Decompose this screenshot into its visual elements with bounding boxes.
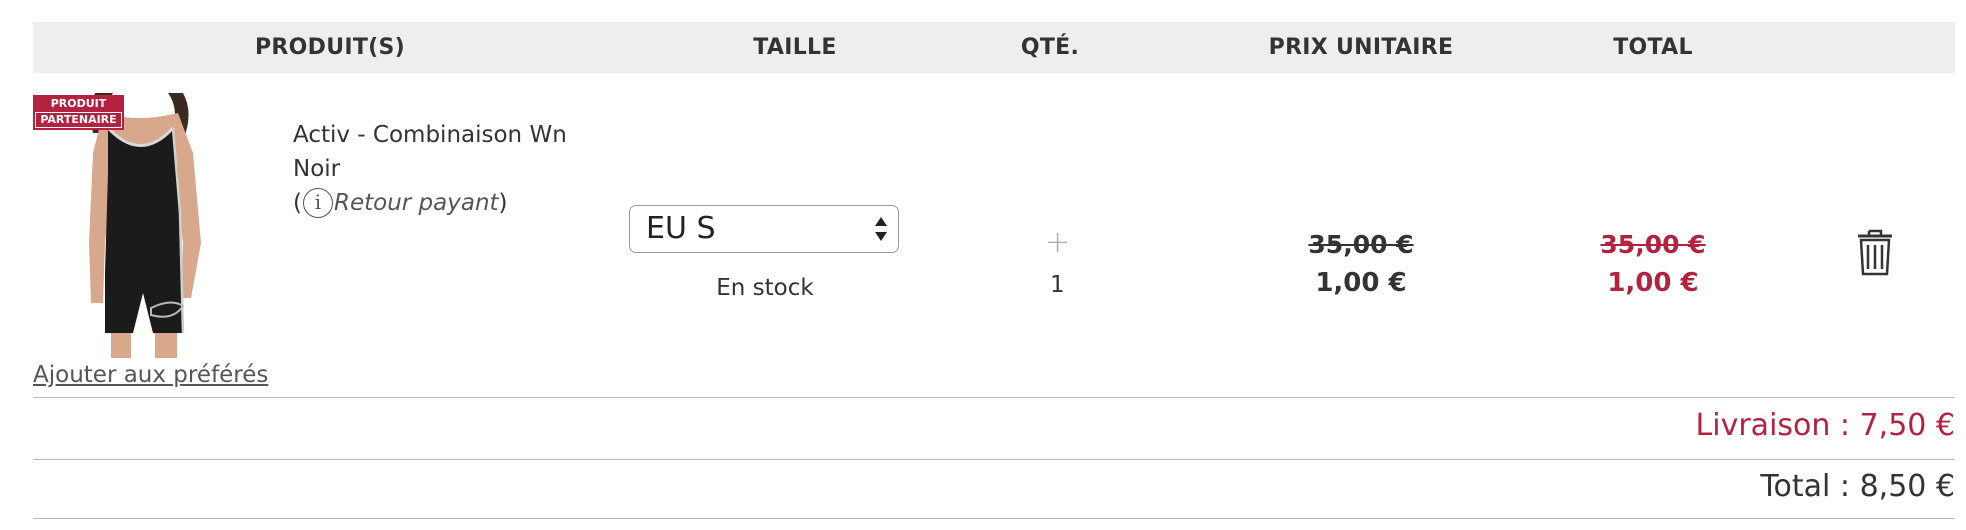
size-select[interactable]: EU S: [629, 205, 899, 253]
divider: [33, 397, 1955, 398]
table-header: PRODUIT(S) TAILLE QTÉ. PRIX UNITAIRE TOT…: [33, 22, 1955, 73]
header-size: TAILLE: [753, 35, 837, 60]
trash-icon[interactable]: [1855, 227, 1895, 277]
return-policy: ( i Retour payant ): [293, 188, 508, 218]
return-close-paren: ): [498, 190, 508, 216]
return-policy-link[interactable]: Retour payant: [334, 190, 499, 216]
order-total: Total : 8,50 €: [1760, 469, 1955, 504]
partner-product-badge: PRODUIT PARTENAIRE: [33, 95, 124, 130]
size-selected-value: EU S: [646, 211, 716, 246]
select-arrows-icon: [875, 217, 887, 241]
divider: [33, 518, 1955, 519]
quantity-value: 1: [1050, 272, 1065, 298]
stock-status: En stock: [716, 275, 814, 301]
return-open-paren: (: [293, 190, 302, 216]
line-total-original: 35,00 €: [1600, 230, 1706, 259]
add-to-favorites-link[interactable]: Ajouter aux préférés: [33, 362, 268, 388]
unit-price-original: 35,00 €: [1308, 230, 1414, 259]
product-name-line-1[interactable]: Activ - Combinaison Wn: [293, 118, 593, 152]
shipping-cost: Livraison : 7,50 €: [1695, 408, 1955, 443]
quantity-increase-button[interactable]: +: [1045, 225, 1070, 260]
badge-line-1: PRODUIT: [50, 97, 107, 110]
product-name-line-2: Noir: [293, 156, 341, 182]
header-total: TOTAL: [1613, 35, 1693, 60]
header-unit-price: PRIX UNITAIRE: [1268, 35, 1454, 60]
divider: [33, 459, 1955, 460]
header-product: PRODUIT(S): [254, 35, 406, 60]
line-total-discounted: 1,00 €: [1607, 268, 1699, 298]
header-quantity: QTÉ.: [1020, 35, 1080, 60]
product-image[interactable]: [33, 93, 243, 358]
product-name[interactable]: Activ - Combinaison Wn Noir: [293, 118, 593, 186]
unit-price-discounted: 1,00 €: [1315, 268, 1407, 298]
badge-line-2: PARTENAIRE: [35, 112, 122, 128]
info-icon[interactable]: i: [302, 188, 333, 218]
